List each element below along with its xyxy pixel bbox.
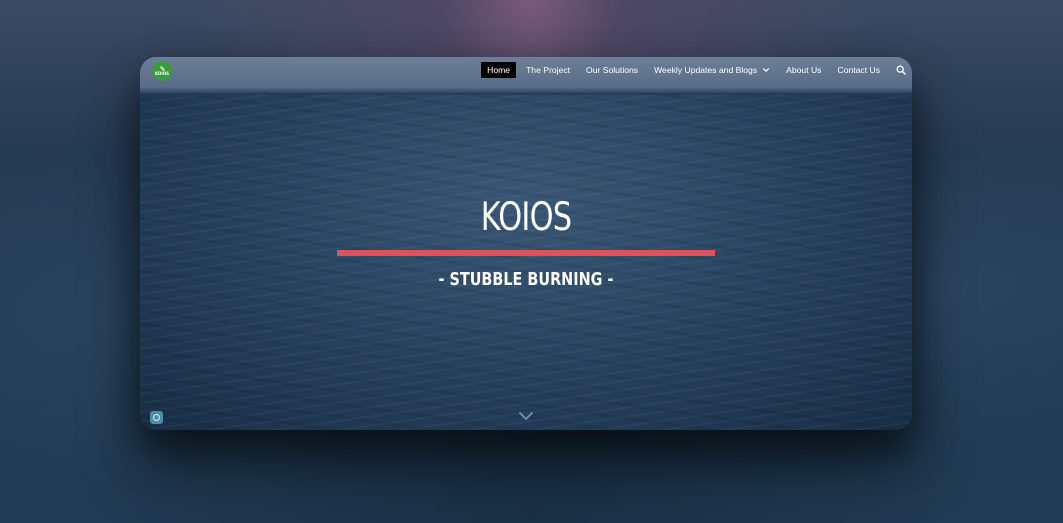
hero-subtitle: - STUBBLE BURNING - [438, 269, 614, 290]
info-icon[interactable] [150, 411, 163, 424]
chevron-down-icon[interactable] [762, 66, 770, 74]
nav-item-label: The Project [526, 65, 571, 75]
info-icon-glyph [153, 414, 160, 421]
scroll-down-icon[interactable] [518, 411, 534, 421]
logo-text: KOIOS [154, 71, 170, 76]
hero-title-underline [337, 250, 715, 256]
nav-item-contact-us[interactable]: Contact Us [831, 62, 886, 78]
horizon-line [140, 87, 912, 95]
nav-item-the-project[interactable]: The Project [520, 62, 576, 78]
nav-item-home[interactable]: Home [481, 62, 517, 78]
koios-logo[interactable]: KOIOS [152, 61, 172, 81]
nav-item-label: Weekly Updates and Blogs [654, 65, 758, 75]
nav-item-label: Home [487, 65, 511, 75]
nav-item-weekly-updates[interactable]: Weekly Updates and Blogs [648, 62, 776, 78]
nav-item-label: Our Solutions [586, 65, 639, 75]
nav-item-label: Contact Us [837, 65, 880, 75]
nav-item-label: About Us [786, 65, 822, 75]
search-icon[interactable] [896, 65, 906, 75]
top-navigation-bar: KOIOS Home The Project Our Solutions Wee… [140, 57, 912, 85]
hero-title: KOIOS [480, 195, 572, 240]
nav-item-about-us[interactable]: About Us [780, 62, 827, 78]
nav-item-our-solutions[interactable]: Our Solutions [580, 62, 644, 78]
website-preview-frame: KOIOS Home The Project Our Solutions Wee… [140, 57, 912, 430]
nav-menu: Home The Project Our Solutions Weekly Up… [477, 62, 906, 78]
